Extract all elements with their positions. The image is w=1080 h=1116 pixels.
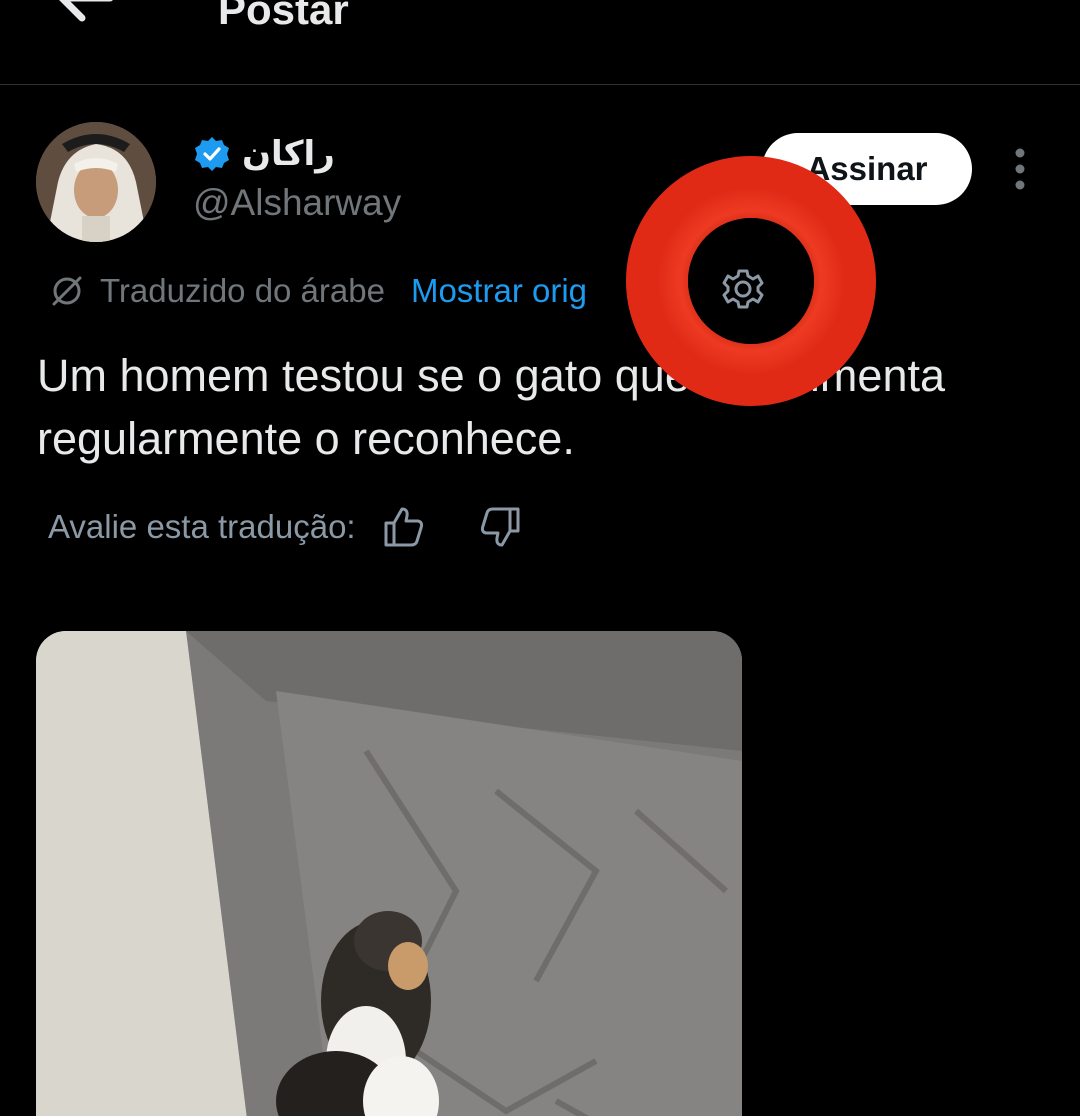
avatar-image: [36, 122, 156, 242]
page-title: Postar: [218, 0, 349, 33]
verified-badge-icon: [195, 137, 229, 171]
video-thumbnail[interactable]: [36, 631, 742, 1116]
translation-info: Traduzido do árabe Mostrar orig: [50, 268, 587, 314]
post-text: Um homem testou se o gato que ele alimen…: [37, 350, 945, 464]
top-bar: Postar: [0, 0, 1080, 85]
thumbs-up-icon[interactable]: [382, 505, 426, 549]
avatar[interactable]: [36, 122, 156, 242]
thumbs-down-icon[interactable]: [478, 505, 522, 549]
rate-translation: Avalie esta tradução:: [48, 504, 522, 550]
display-name-row: راكان: [194, 132, 335, 176]
translate-icon: [52, 276, 82, 306]
user-handle[interactable]: @Alsharway: [193, 182, 401, 224]
arrow-left-icon[interactable]: [58, 0, 114, 28]
rate-translation-label: Avalie esta tradução:: [48, 508, 356, 545]
show-original-link[interactable]: Mostrar orig: [411, 272, 587, 310]
display-name[interactable]: راكان: [242, 134, 335, 174]
translated-from-label: Traduzido do árabe: [100, 272, 385, 309]
media-image: [36, 631, 742, 1116]
more-vertical-icon[interactable]: [1006, 146, 1034, 192]
highlight-ring: [626, 156, 876, 406]
post-screen: Postar راكان @Alsharway Assinar Traduzid…: [0, 0, 1080, 1116]
